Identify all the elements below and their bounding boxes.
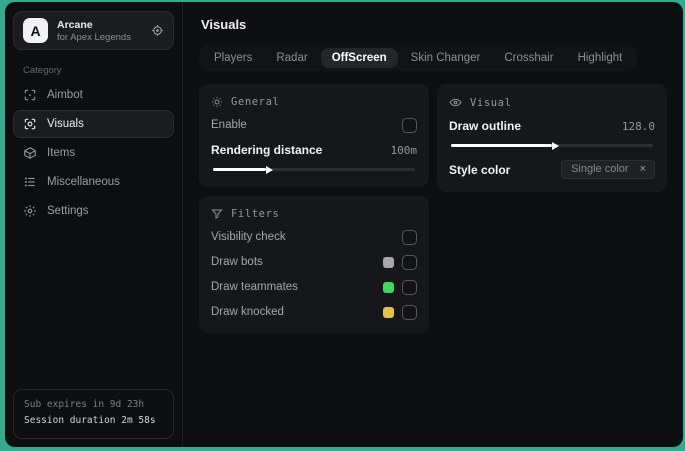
tab-skin-changer[interactable]: Skin Changer [400, 48, 492, 68]
draw-outline-row: Draw outline 128.0 [449, 118, 655, 134]
draw-knocked-controls [383, 304, 417, 320]
draw-outline-slider[interactable] [451, 141, 653, 150]
visual-panel-header: Visual [449, 96, 655, 109]
style-color-select[interactable]: Single color × [561, 160, 655, 179]
visibility-check-checkbox[interactable] [402, 229, 417, 245]
sidebar-item-miscellaneous[interactable]: Miscellaneous [13, 168, 174, 196]
draw-bots-controls [383, 254, 417, 270]
app-logo: A [23, 18, 48, 43]
panel-column-right: Visual Draw outline 128.0 Style color Si… [437, 84, 667, 192]
eye-icon [449, 96, 462, 109]
draw-knocked-color-swatch[interactable] [383, 306, 394, 318]
enable-checkbox[interactable] [402, 117, 417, 133]
sidebar-item-label: Settings [47, 205, 89, 217]
tab-highlight[interactable]: Highlight [567, 48, 634, 68]
tab-offscreen[interactable]: OffScreen [320, 48, 398, 68]
sidebar-item-aimbot[interactable]: Aimbot [13, 81, 174, 109]
session-duration-text: Session duration 2m 58s [24, 415, 156, 427]
page-title: Visuals [201, 17, 247, 32]
aim-scan-icon [23, 88, 37, 102]
rendering-distance-slider[interactable] [213, 165, 415, 174]
sun-icon [211, 96, 223, 108]
draw-teammates-color-swatch[interactable] [383, 281, 394, 293]
brand-text: Arcane for Apex Legends [57, 19, 131, 43]
draw-knocked-row: Draw knocked [211, 304, 417, 320]
style-color-row: Style color Single color × [449, 160, 655, 179]
draw-knocked-checkbox[interactable] [402, 304, 417, 320]
clear-selection-icon[interactable]: × [640, 163, 646, 175]
tab-radar[interactable]: Radar [265, 48, 318, 68]
list-icon [23, 175, 37, 189]
visual-panel: Visual Draw outline 128.0 Style color Si… [437, 84, 667, 192]
draw-teammates-checkbox[interactable] [402, 279, 417, 295]
slider-handle[interactable] [552, 141, 559, 150]
sidebar-item-label: Miscellaneous [47, 176, 120, 188]
draw-outline-value: 128.0 [621, 119, 655, 133]
sidebar-item-settings[interactable]: Settings [13, 197, 174, 225]
sidebar: A Arcane for Apex Legends Category Aimbo… [5, 2, 183, 447]
gear-icon [23, 204, 37, 218]
draw-teammates-label: Draw teammates [211, 281, 298, 293]
slider-handle[interactable] [265, 165, 273, 174]
sidebar-item-label: Items [47, 147, 76, 159]
main-content: Visuals Players Radar OffScreen Skin Cha… [183, 2, 683, 447]
draw-bots-checkbox[interactable] [402, 254, 417, 270]
sidebar-item-label: Visuals [47, 118, 84, 130]
general-panel-header: General [211, 96, 417, 108]
draw-teammates-controls [383, 279, 417, 295]
visibility-check-row: Visibility check [211, 229, 417, 245]
panel-title: General [231, 96, 280, 108]
draw-bots-label: Draw bots [211, 256, 263, 268]
sidebar-item-label: Aimbot [47, 89, 83, 101]
style-color-selected-value: Single color [571, 163, 629, 175]
panel-title: Filters [231, 208, 280, 220]
draw-teammates-row: Draw teammates [211, 279, 417, 295]
tab-crosshair[interactable]: Crosshair [493, 48, 564, 68]
rendering-distance-row: Rendering distance 100m [211, 142, 417, 158]
desktop: { "accent_border_color": "#38a98e", "sid… [0, 0, 685, 451]
visibility-check-label: Visibility check [211, 231, 286, 243]
style-color-label: Style color [449, 162, 511, 177]
enable-row: Enable [211, 117, 417, 133]
funnel-icon [211, 208, 223, 220]
filters-panel-header: Filters [211, 208, 417, 220]
tab-bar: Players Radar OffScreen Skin Changer Cro… [199, 45, 638, 71]
slider-fill [213, 165, 273, 174]
enable-label: Enable [211, 119, 247, 131]
sidebar-item-visuals[interactable]: Visuals [13, 110, 174, 138]
subscription-info: Sub expires in 9d 23h Session duration 2… [13, 388, 174, 439]
category-label: Category [23, 65, 62, 76]
sub-expires-text: Sub expires in 9d 23h [24, 398, 145, 410]
slider-fill [451, 141, 559, 150]
app-subtitle: for Apex Legends [57, 31, 131, 43]
eye-scan-icon [23, 117, 37, 131]
app-title: Arcane [57, 18, 93, 31]
draw-knocked-label: Draw knocked [211, 306, 284, 318]
sidebar-nav: Aimbot Visuals Items Miscellaneous Setti… [13, 81, 174, 225]
draw-bots-row: Draw bots [211, 254, 417, 270]
target-icon[interactable] [151, 24, 164, 37]
panel-column-left: General Enable Rendering distance 100m F… [199, 84, 429, 333]
box-icon [23, 146, 37, 160]
general-panel: General Enable Rendering distance 100m [199, 84, 429, 187]
tab-players[interactable]: Players [203, 48, 263, 68]
sidebar-item-items[interactable]: Items [13, 139, 174, 167]
draw-bots-color-swatch[interactable] [383, 256, 394, 268]
rendering-distance-value: 100m [390, 143, 418, 157]
rendering-distance-label: Rendering distance [211, 143, 323, 157]
app-window: A Arcane for Apex Legends Category Aimbo… [5, 2, 683, 447]
panel-area: General Enable Rendering distance 100m F… [199, 84, 667, 333]
draw-outline-label: Draw outline [449, 119, 522, 133]
filters-panel: Filters Visibility check Draw bots Draw … [199, 196, 429, 333]
brand-card: A Arcane for Apex Legends [13, 11, 174, 50]
panel-title: Visual [470, 96, 512, 109]
